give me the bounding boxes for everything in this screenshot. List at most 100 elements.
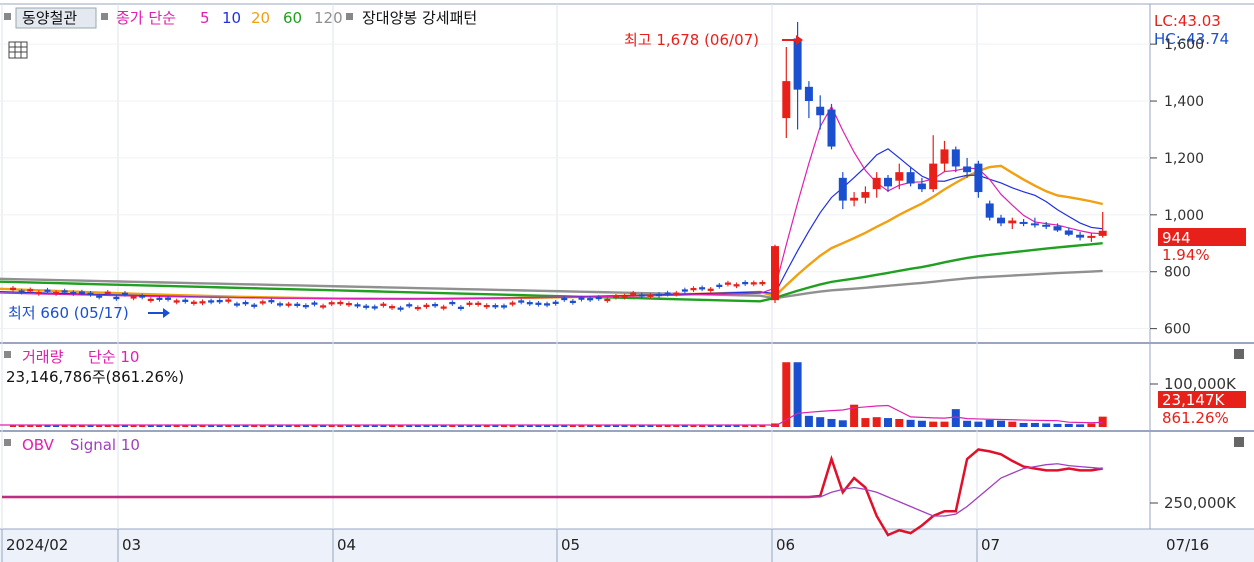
volume-bar (929, 421, 938, 427)
y-tick-label: 1,200 (1164, 151, 1204, 167)
candle (872, 177, 881, 190)
x-axis-area (0, 529, 1254, 562)
chart-canvas[interactable]: 동양철관 종가 단순 5 10 20 60 120 장대양봉 강세패턴 최고 1… (0, 0, 1254, 562)
candle (457, 306, 464, 310)
candle (35, 291, 42, 295)
volume-bar (861, 418, 870, 427)
candle (371, 306, 378, 309)
volume-bar (1008, 421, 1017, 427)
candle (861, 192, 870, 198)
candle (850, 197, 859, 201)
candle (414, 306, 421, 310)
volume-bar (895, 418, 904, 427)
candle (690, 287, 697, 291)
candle (974, 163, 983, 193)
volume-bar (782, 362, 791, 427)
volume-title[interactable]: 거래량 (22, 348, 64, 366)
candle (363, 305, 370, 308)
volume-bar (1019, 422, 1028, 427)
candle (929, 163, 938, 190)
candle (985, 203, 994, 218)
candle (397, 307, 404, 310)
candle (483, 304, 490, 308)
stock-name[interactable]: 동양철관 (22, 9, 77, 27)
candle (423, 304, 430, 308)
candle (638, 294, 645, 297)
table-icon[interactable] (8, 41, 28, 59)
candle (951, 149, 960, 167)
ma10-label: 10 (222, 9, 241, 27)
candle (1076, 234, 1085, 238)
volume-bar (997, 420, 1005, 427)
candle (277, 303, 284, 306)
candle (96, 295, 103, 298)
legend: 동양철관 종가 단순 5 10 20 60 120 장대양봉 강세패턴 (4, 7, 477, 29)
pattern-label[interactable]: 장대양봉 강세패턴 (362, 9, 477, 27)
panel-close-icon[interactable] (1234, 349, 1244, 359)
volume-bar (816, 417, 825, 427)
candle (647, 294, 654, 297)
candle (475, 302, 482, 306)
ma60-label: 60 (283, 9, 302, 27)
obv-title[interactable]: OBV (22, 436, 55, 454)
volume-bar (1042, 423, 1051, 427)
candle (733, 284, 740, 287)
x-tick-label: 2024/02 (6, 536, 68, 554)
y-tick-label: 1,600 (1164, 37, 1204, 53)
candle (130, 296, 137, 299)
volume-current-pct: 861.26% (1162, 409, 1229, 427)
candle (544, 303, 551, 306)
candle (208, 300, 215, 303)
candle (621, 295, 628, 298)
volume-bar (985, 419, 994, 427)
candle (656, 293, 663, 297)
volume-bar (917, 420, 926, 427)
obv-y-tick: 250,000K (1164, 494, 1237, 512)
candle (509, 302, 516, 305)
volume-current: 23,147K (1162, 391, 1225, 409)
lc-label: LC:43.03 (1154, 12, 1221, 30)
candle (328, 302, 335, 305)
candle (604, 298, 611, 302)
y-tick-label: 1,400 (1164, 94, 1204, 110)
candle (337, 301, 344, 305)
volume-bar (872, 417, 881, 427)
candle (716, 284, 723, 288)
y-axis-area (1150, 0, 1254, 562)
volume-bar (1076, 424, 1085, 427)
candle (1019, 221, 1028, 224)
candle (804, 86, 813, 102)
candle (1042, 224, 1051, 227)
volume-bar (963, 420, 972, 427)
y-tick-label: 1,000 (1164, 208, 1204, 224)
candle (1053, 226, 1062, 231)
candle (664, 292, 671, 295)
candle (294, 303, 301, 306)
ma-label[interactable]: 종가 단순 (116, 9, 176, 27)
candle (199, 301, 206, 304)
volume-bar (1053, 423, 1062, 427)
candle (569, 300, 576, 304)
candle (156, 297, 163, 300)
candle (699, 287, 706, 290)
candle (895, 172, 904, 181)
candle (113, 296, 120, 300)
candle (53, 291, 60, 295)
ma20-label: 20 (251, 9, 270, 27)
candle (380, 303, 387, 306)
candle (139, 295, 146, 298)
candle (827, 109, 836, 147)
volume-text: 23,146,786주(861.26%) (6, 368, 184, 386)
candle (742, 281, 749, 285)
volume-bar (793, 362, 802, 427)
candle (233, 303, 240, 306)
candle (724, 282, 731, 285)
candle (587, 298, 594, 301)
candle (771, 246, 779, 301)
panel-close-icon[interactable] (1234, 437, 1244, 447)
candle (225, 299, 232, 302)
candle (216, 299, 223, 303)
candle (44, 289, 51, 292)
candle (793, 38, 802, 90)
candle (997, 217, 1005, 224)
